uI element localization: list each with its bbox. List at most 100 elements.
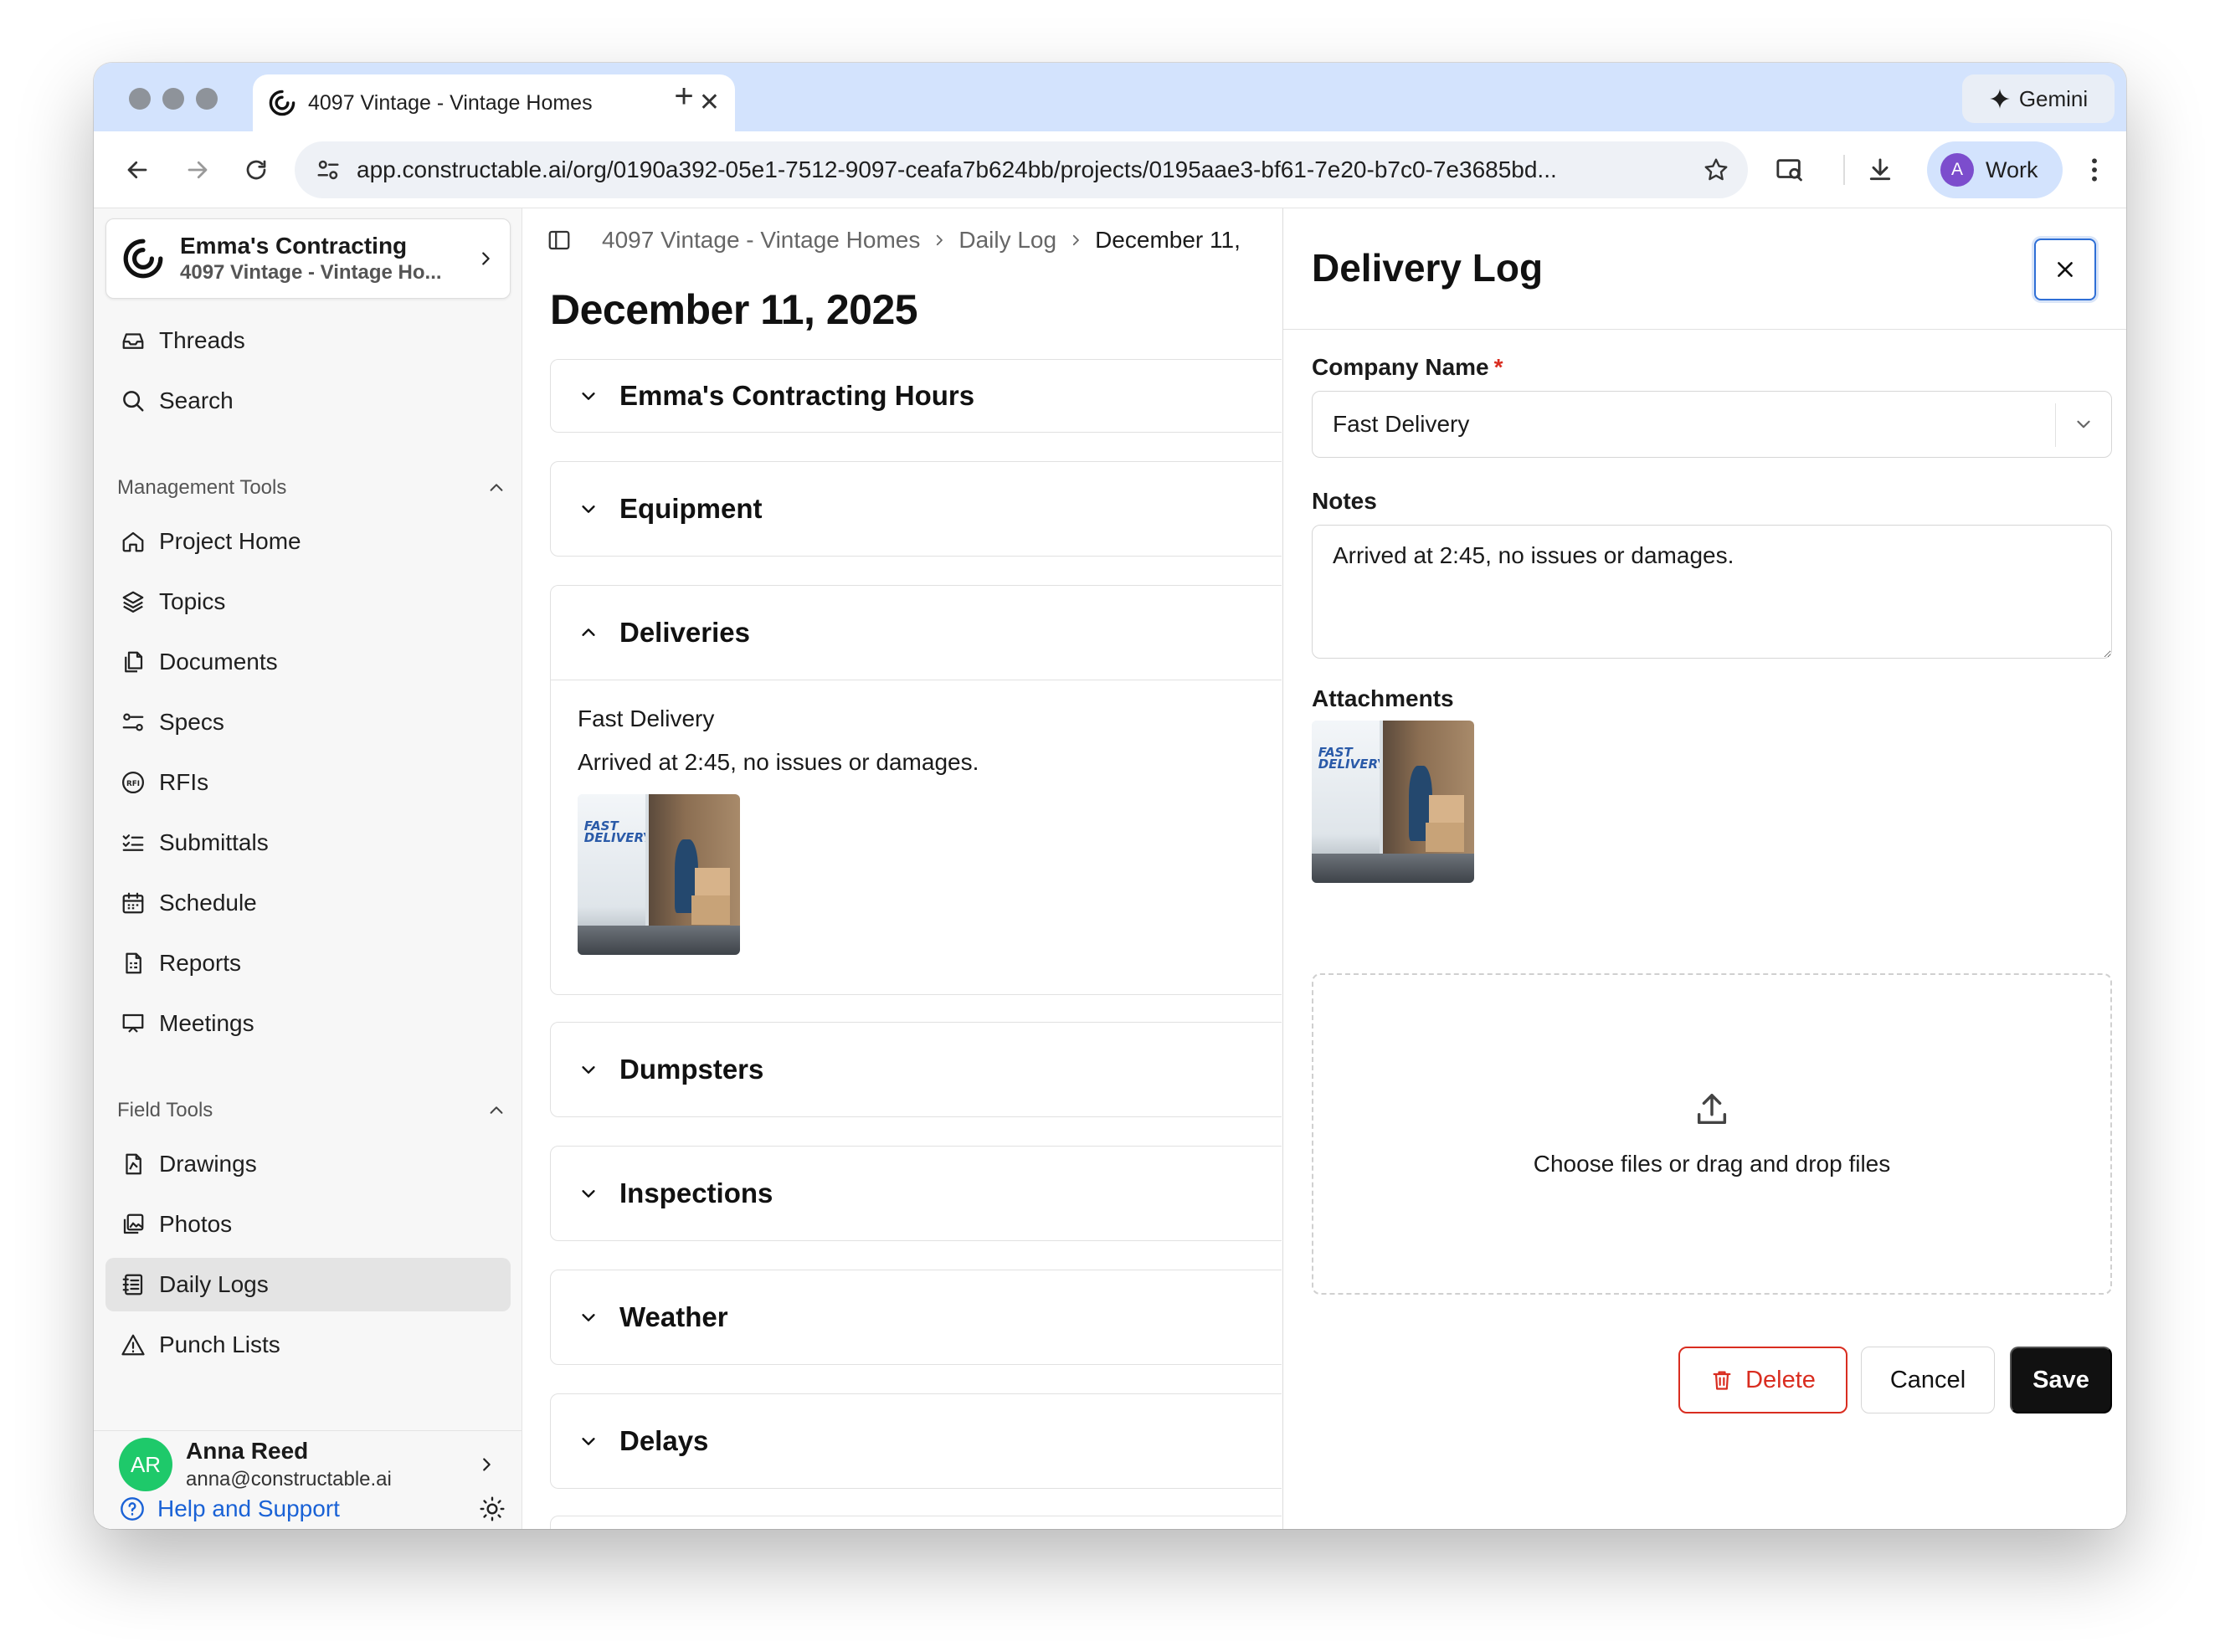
new-tab-button[interactable]: + bbox=[661, 78, 707, 115]
documents-icon bbox=[119, 648, 147, 676]
delete-label: Delete bbox=[1745, 1366, 1816, 1393]
section-toggle-deliveries[interactable]: Deliveries bbox=[551, 586, 1282, 680]
sidebar-item-drawings[interactable]: Drawings bbox=[105, 1137, 511, 1191]
section-header-management[interactable]: Management Tools bbox=[117, 476, 511, 500]
org-name: Emma's Contracting bbox=[180, 233, 408, 259]
sidebar-item-label: Photos bbox=[159, 1211, 233, 1237]
constructable-logo-icon bbox=[269, 90, 295, 116]
drawing-icon bbox=[119, 1150, 147, 1178]
chevron-down-icon bbox=[2077, 420, 2090, 428]
file-dropzone[interactable]: Choose files or drag and drop files bbox=[1312, 973, 2112, 1295]
window-minimize-dot[interactable] bbox=[162, 88, 184, 110]
tab-search-button[interactable] bbox=[1770, 150, 1810, 190]
sidebar-item-search[interactable]: Search bbox=[105, 374, 511, 428]
browser-menu-button[interactable] bbox=[2074, 150, 2115, 190]
user-name: Anna Reed bbox=[186, 1438, 309, 1464]
svg-text:RFI: RFI bbox=[126, 780, 140, 788]
rfi-icon: RFI bbox=[119, 768, 147, 797]
bookmark-star-icon[interactable] bbox=[1703, 156, 1729, 183]
sidebar-item-project-home[interactable]: Project Home bbox=[105, 515, 511, 568]
photo-van-lettering: FAST DELIVERY bbox=[583, 818, 652, 845]
address-bar[interactable]: app.constructable.ai/org/0190a392-05e1-7… bbox=[295, 141, 1748, 198]
sidebar-item-reports[interactable]: Reports bbox=[105, 936, 511, 990]
back-button[interactable] bbox=[117, 150, 157, 190]
tab-strip: 4097 Vintage - Vintage Homes ✕ + Gemini bbox=[94, 63, 2126, 131]
breadcrumb-daily-log[interactable]: Daily Log bbox=[958, 227, 1056, 254]
sidebar-item-daily-logs[interactable]: Daily Logs bbox=[105, 1258, 511, 1311]
delivery-entry[interactable]: Fast Delivery Arrived at 2:45, no issues… bbox=[551, 680, 1282, 955]
attachment-thumbnail[interactable]: FAST DELIVERY bbox=[1312, 721, 1474, 883]
home-icon bbox=[119, 527, 147, 556]
section-toggle-inspections[interactable]: Inspections bbox=[551, 1147, 1282, 1240]
chevron-down-icon bbox=[582, 1314, 595, 1321]
gemini-label: Gemini bbox=[2018, 85, 2089, 111]
section-toggle-hours[interactable]: Emma's Contracting Hours bbox=[551, 360, 1282, 432]
layers-icon bbox=[119, 587, 147, 616]
downloads-button[interactable] bbox=[1860, 150, 1900, 190]
gemini-button[interactable]: Gemini bbox=[1962, 74, 2115, 123]
trash-icon bbox=[1713, 1371, 1731, 1390]
sidebar-item-specs[interactable]: Specs bbox=[105, 695, 511, 749]
checklist-icon bbox=[119, 829, 147, 857]
sidebar-item-documents[interactable]: Documents bbox=[105, 635, 511, 689]
section-card-equipment: Equipment bbox=[550, 461, 1282, 557]
sidebar-item-punch-lists[interactable]: Punch Lists bbox=[105, 1318, 511, 1372]
reload-button[interactable] bbox=[236, 150, 276, 190]
sidebar-item-submittals[interactable]: Submittals bbox=[105, 816, 511, 870]
user-menu[interactable]: AR Anna Reed anna@constructable.ai bbox=[105, 1427, 511, 1502]
arrow-left-icon bbox=[127, 161, 147, 179]
notes-label: Notes bbox=[1312, 488, 1377, 514]
sidebar-item-label: Topics bbox=[159, 588, 226, 614]
reload-icon bbox=[246, 160, 266, 180]
panel-close-button[interactable] bbox=[2034, 239, 2096, 300]
section-toggle-equipment[interactable]: Equipment bbox=[551, 462, 1282, 556]
save-button[interactable]: Save bbox=[2010, 1347, 2112, 1413]
toolbar-divider bbox=[1843, 155, 1845, 185]
photos-icon bbox=[119, 1210, 147, 1239]
sidebar-item-schedule[interactable]: Schedule bbox=[105, 876, 511, 930]
daily-log-icon bbox=[119, 1270, 147, 1299]
notes-textarea[interactable]: Arrived at 2:45, no issues or damages. bbox=[1312, 525, 2112, 659]
sidebar-item-label: Project Home bbox=[159, 528, 301, 554]
profile-button[interactable]: A Work bbox=[1927, 141, 2063, 198]
panel-header-divider bbox=[1283, 329, 2126, 330]
breadcrumb-current: December 11, bbox=[1095, 227, 1241, 253]
section-title: Weather bbox=[619, 1301, 728, 1332]
theme-toggle-sun-icon[interactable] bbox=[479, 1496, 506, 1522]
window-close-dot[interactable] bbox=[129, 88, 151, 110]
delete-button[interactable]: Delete bbox=[1678, 1347, 1847, 1413]
tab-title: 4097 Vintage - Vintage Homes bbox=[308, 90, 593, 115]
site-settings-icon[interactable] bbox=[310, 151, 347, 188]
sidebar-item-meetings[interactable]: Meetings bbox=[105, 997, 511, 1050]
chevron-down-icon bbox=[582, 1190, 595, 1198]
photo-van-lettering: FAST DELIVERY bbox=[1318, 745, 1386, 772]
sidebar-item-topics[interactable]: Topics bbox=[105, 575, 511, 628]
delivery-photo-thumbnail[interactable]: FAST DELIVERY bbox=[578, 794, 740, 955]
specs-icon bbox=[119, 708, 147, 736]
sidebar-toggle-icon[interactable] bbox=[547, 228, 572, 253]
breadcrumb-project[interactable]: 4097 Vintage - Vintage Homes bbox=[602, 227, 920, 254]
window-zoom-dot[interactable] bbox=[196, 88, 218, 110]
report-icon bbox=[119, 949, 147, 977]
chevron-down-icon bbox=[582, 1438, 595, 1445]
section-toggle-dumpsters[interactable]: Dumpsters bbox=[551, 1023, 1282, 1116]
sidebar-item-label: Drawings bbox=[159, 1151, 257, 1177]
section-toggle-delays[interactable]: Delays bbox=[551, 1394, 1282, 1488]
sidebar-item-threads[interactable]: Threads bbox=[105, 314, 511, 367]
cancel-button[interactable]: Cancel bbox=[1861, 1347, 1995, 1413]
org-switcher[interactable]: Emma's Contracting 4097 Vintage - Vintag… bbox=[105, 218, 511, 299]
search-icon bbox=[119, 387, 147, 415]
forward-button[interactable] bbox=[177, 150, 218, 190]
section-header-field[interactable]: Field Tools bbox=[117, 1099, 511, 1122]
section-toggle-weather[interactable]: Weather bbox=[551, 1270, 1282, 1364]
sidebar-item-rfis[interactable]: RFI RFIs bbox=[105, 756, 511, 809]
help-and-support-link[interactable]: Help and Support bbox=[119, 1496, 511, 1522]
section-title: Emma's Contracting Hours bbox=[619, 380, 975, 411]
sidebar-item-photos[interactable]: Photos bbox=[105, 1198, 511, 1251]
kebab-menu-icon bbox=[2092, 158, 2097, 182]
company-name-select[interactable]: Fast Delivery bbox=[1312, 391, 2112, 458]
attachments-label: Attachments bbox=[1312, 685, 1454, 711]
browser-toolbar: app.constructable.ai/org/0190a392-05e1-7… bbox=[94, 131, 2126, 208]
company-name-label-text: Company Name bbox=[1312, 354, 1489, 380]
help-label: Help and Support bbox=[157, 1496, 340, 1521]
